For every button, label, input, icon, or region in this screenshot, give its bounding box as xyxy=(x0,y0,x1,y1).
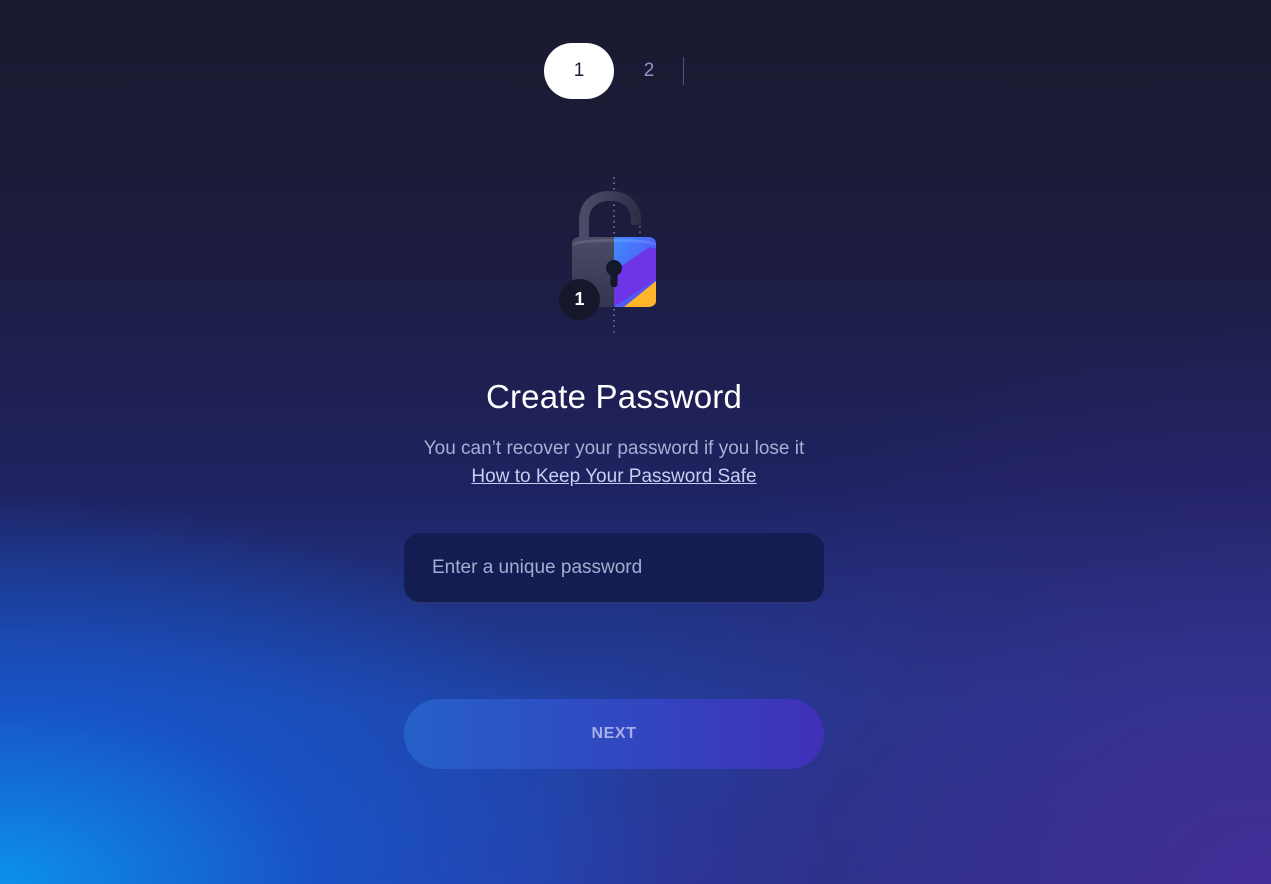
lock-step-badge: 1 xyxy=(559,279,600,320)
help-link-container: How to Keep Your Password Safe xyxy=(0,466,1228,488)
page-title: Create Password xyxy=(485,378,743,415)
step-1: 1 xyxy=(544,43,614,99)
next-button[interactable]: NEXT xyxy=(404,699,824,769)
warning-subtitle: You can’t recover your password if you l… xyxy=(423,438,805,459)
password-safety-link[interactable]: How to Keep Your Password Safe xyxy=(471,466,756,487)
step-indicator: 1 2 xyxy=(544,43,684,99)
step-2: 2 xyxy=(643,60,655,81)
password-input[interactable] xyxy=(404,533,824,603)
stepper-divider xyxy=(683,57,684,85)
